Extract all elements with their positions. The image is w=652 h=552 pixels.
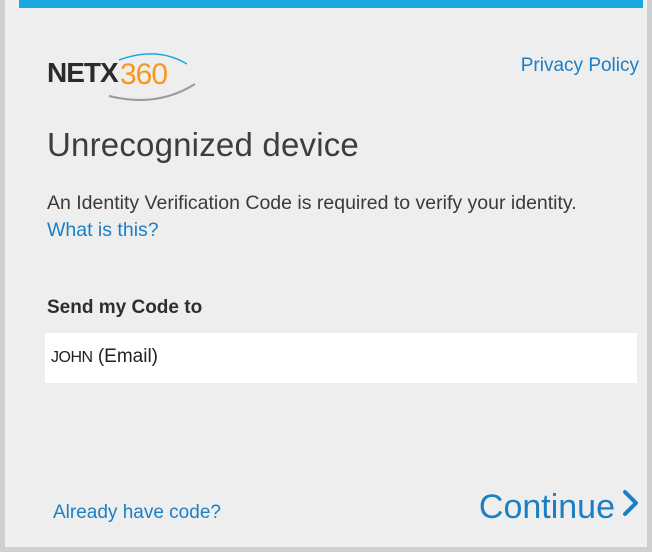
recipient-select[interactable]: JOHN (Email) bbox=[45, 333, 637, 383]
chevron-right-icon bbox=[621, 488, 641, 527]
svg-text:360: 360 bbox=[120, 58, 167, 91]
top-accent-bar bbox=[19, 0, 643, 8]
privacy-policy-link[interactable]: Privacy Policy bbox=[521, 55, 639, 77]
already-have-code-link[interactable]: Already have code? bbox=[53, 502, 221, 524]
description: An Identity Verification Code is require… bbox=[47, 190, 617, 244]
recipient-type: (Email) bbox=[97, 346, 159, 367]
netx360-logo-mark: NETX 360 bbox=[47, 53, 196, 101]
continue-button[interactable]: Continue bbox=[479, 488, 641, 527]
netx360-logo: NETX 360 bbox=[47, 50, 207, 106]
verification-card: NETX 360 Privacy Policy Unrecognized dev… bbox=[19, 8, 643, 544]
svg-text:NETX: NETX bbox=[47, 57, 119, 88]
what-is-this-link[interactable]: What is this? bbox=[47, 219, 159, 241]
description-text: An Identity Verification Code is require… bbox=[47, 192, 577, 214]
dialog-frame: NETX 360 Privacy Policy Unrecognized dev… bbox=[0, 0, 652, 552]
recipient-name: JOHN bbox=[51, 349, 93, 366]
continue-label: Continue bbox=[478, 488, 615, 526]
recipient-selected-value: JOHN (Email) bbox=[51, 346, 158, 368]
page-title: Unrecognized device bbox=[47, 126, 359, 163]
send-code-label: Send my Code to bbox=[47, 297, 203, 318]
